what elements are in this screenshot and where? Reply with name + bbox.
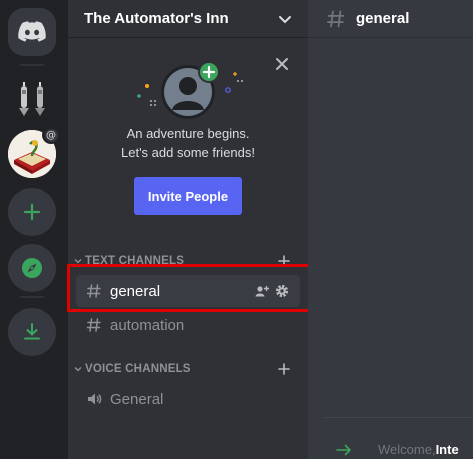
create-channel-icon[interactable]	[278, 255, 290, 267]
category-voice-channels[interactable]: VOICE CHANNELS	[68, 360, 308, 378]
create-channel-icon[interactable]	[278, 363, 290, 375]
plus-icon	[23, 203, 41, 221]
channel-general[interactable]: general	[76, 275, 300, 307]
home-button[interactable]	[8, 8, 56, 56]
text-channel-icon	[86, 284, 101, 298]
close-icon[interactable]	[274, 56, 290, 72]
chevron-down-icon	[279, 15, 291, 23]
welcome-message: Welcome, Inte	[336, 442, 459, 457]
category-label: VOICE CHANNELS	[85, 363, 191, 375]
join-arrow-icon	[336, 444, 351, 455]
welcome-prefix: Welcome,	[378, 442, 436, 457]
explore-servers-button[interactable]	[8, 244, 56, 292]
welcome-username[interactable]: Inte	[436, 442, 459, 457]
invite-card-text: An adventure begins. Let's add some frie…	[68, 124, 308, 162]
add-server-button[interactable]	[8, 188, 56, 236]
main-chat: general Welcome, Inte	[308, 0, 473, 459]
gear-icon[interactable]	[274, 283, 290, 299]
invite-card-line1: An adventure begins.	[126, 126, 250, 141]
speaker-icon	[88, 393, 102, 405]
robot-servers-icon	[8, 76, 56, 124]
discord-logo-icon	[18, 21, 46, 42]
category-text-channels[interactable]: TEXT CHANNELS	[68, 252, 308, 270]
channel-automation[interactable]: automation	[76, 309, 300, 341]
channel-label: General	[110, 390, 164, 408]
chat-channel-title: general	[356, 10, 410, 27]
channel-label: general	[110, 282, 161, 300]
server-rail: @	[0, 0, 68, 459]
voice-channel-general[interactable]: General	[76, 383, 300, 415]
mention-badge: @	[42, 126, 60, 144]
channel-label: automation	[110, 316, 185, 334]
download-icon	[24, 323, 40, 340]
rail-separator	[20, 296, 44, 298]
category-label: TEXT CHANNELS	[85, 255, 185, 267]
add-friends-illustration	[137, 61, 243, 119]
server-book[interactable]: @	[8, 126, 60, 178]
text-channel-icon	[86, 318, 101, 332]
channel-sidebar: The Automator's Inn An adventure begins.…	[68, 0, 308, 459]
text-channel-icon	[327, 10, 345, 27]
invite-card: An adventure begins. Let's add some frie…	[68, 48, 308, 230]
create-invite-icon[interactable]	[254, 283, 270, 299]
message-divider	[324, 417, 473, 418]
invite-people-button[interactable]: Invite People	[134, 177, 242, 215]
rail-separator	[20, 64, 44, 66]
guild-header[interactable]: The Automator's Inn	[68, 0, 308, 38]
chat-header: general	[308, 0, 473, 38]
guild-name: The Automator's Inn	[84, 10, 229, 27]
category-collapse-icon	[74, 259, 82, 264]
compass-icon	[22, 258, 42, 278]
server-automators-inn[interactable]	[8, 76, 56, 124]
invite-card-line2: Let's add some friends!	[121, 145, 255, 160]
category-collapse-icon	[74, 367, 82, 372]
download-apps-button[interactable]	[8, 308, 56, 356]
